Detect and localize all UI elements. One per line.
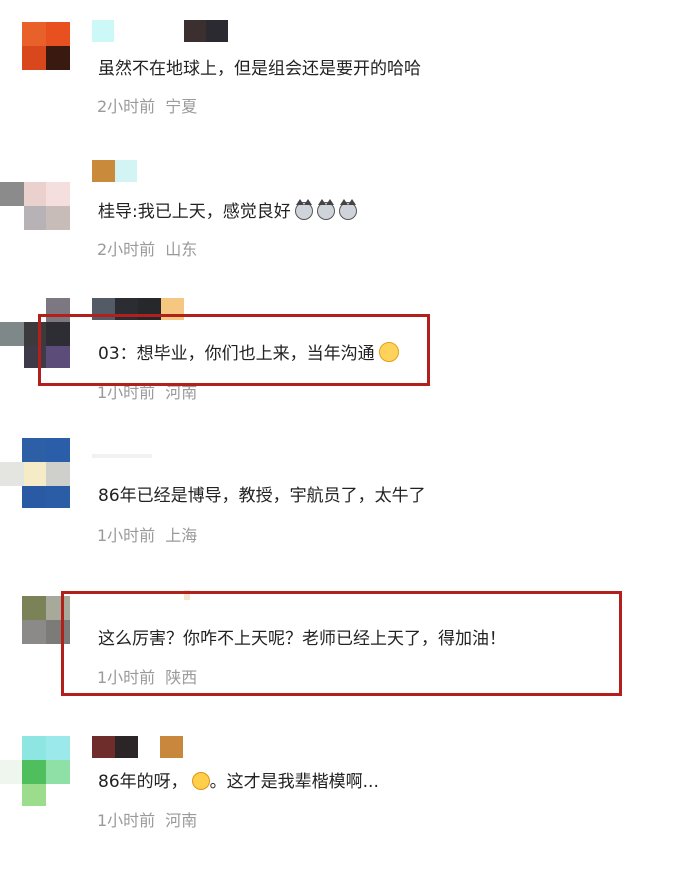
cat-face-icon <box>338 199 357 220</box>
laughing-face-icon <box>191 772 210 790</box>
comment-meta: 2小时前 山东 <box>97 239 197 261</box>
cat-face-icon <box>316 199 335 220</box>
comment-time: 1小时前 <box>97 526 156 545</box>
highlight-box <box>61 591 622 696</box>
highlight-box <box>38 314 430 386</box>
comment-item: 86年的呀， 。这才是我辈楷模啊... 1小时前 河南 <box>0 736 681 876</box>
comment-time: 2小时前 <box>97 97 156 116</box>
avatar[interactable] <box>0 438 70 508</box>
comment-meta: 2小时前 宁夏 <box>97 96 197 118</box>
comment-meta: 1小时前 上海 <box>97 525 197 547</box>
comment-item: 虽然不在地球上，但是组会还是要开的哈哈 2小时前 宁夏 <box>0 20 681 160</box>
comment-time: 1小时前 <box>97 811 156 830</box>
comment-location: 河南 <box>165 811 198 830</box>
comment-text: 86年的呀， 。这才是我辈楷模啊... <box>98 772 379 792</box>
comment-location: 上海 <box>165 526 198 545</box>
comment-text: 86年已经是博导，教授，宇航员了，太牛了 <box>98 486 426 506</box>
avatar[interactable] <box>0 182 70 230</box>
comment-text: 虽然不在地球上，但是组会还是要开的哈哈 <box>98 59 421 79</box>
comment-location: 宁夏 <box>165 97 198 116</box>
comment-text: 桂导:我已上天，感觉良好 <box>98 199 357 224</box>
comment-item: 86年已经是博导，教授，宇航员了，太牛了 1小时前 上海 <box>0 438 681 578</box>
avatar[interactable] <box>0 736 70 806</box>
comment-meta: 1小时前 河南 <box>97 810 197 832</box>
comment-item: 桂导:我已上天，感觉良好 2小时前 山东 <box>0 160 681 300</box>
comment-location: 山东 <box>165 240 198 259</box>
cat-face-icon <box>294 199 313 220</box>
comment-time: 2小时前 <box>97 240 156 259</box>
avatar[interactable] <box>22 22 70 70</box>
